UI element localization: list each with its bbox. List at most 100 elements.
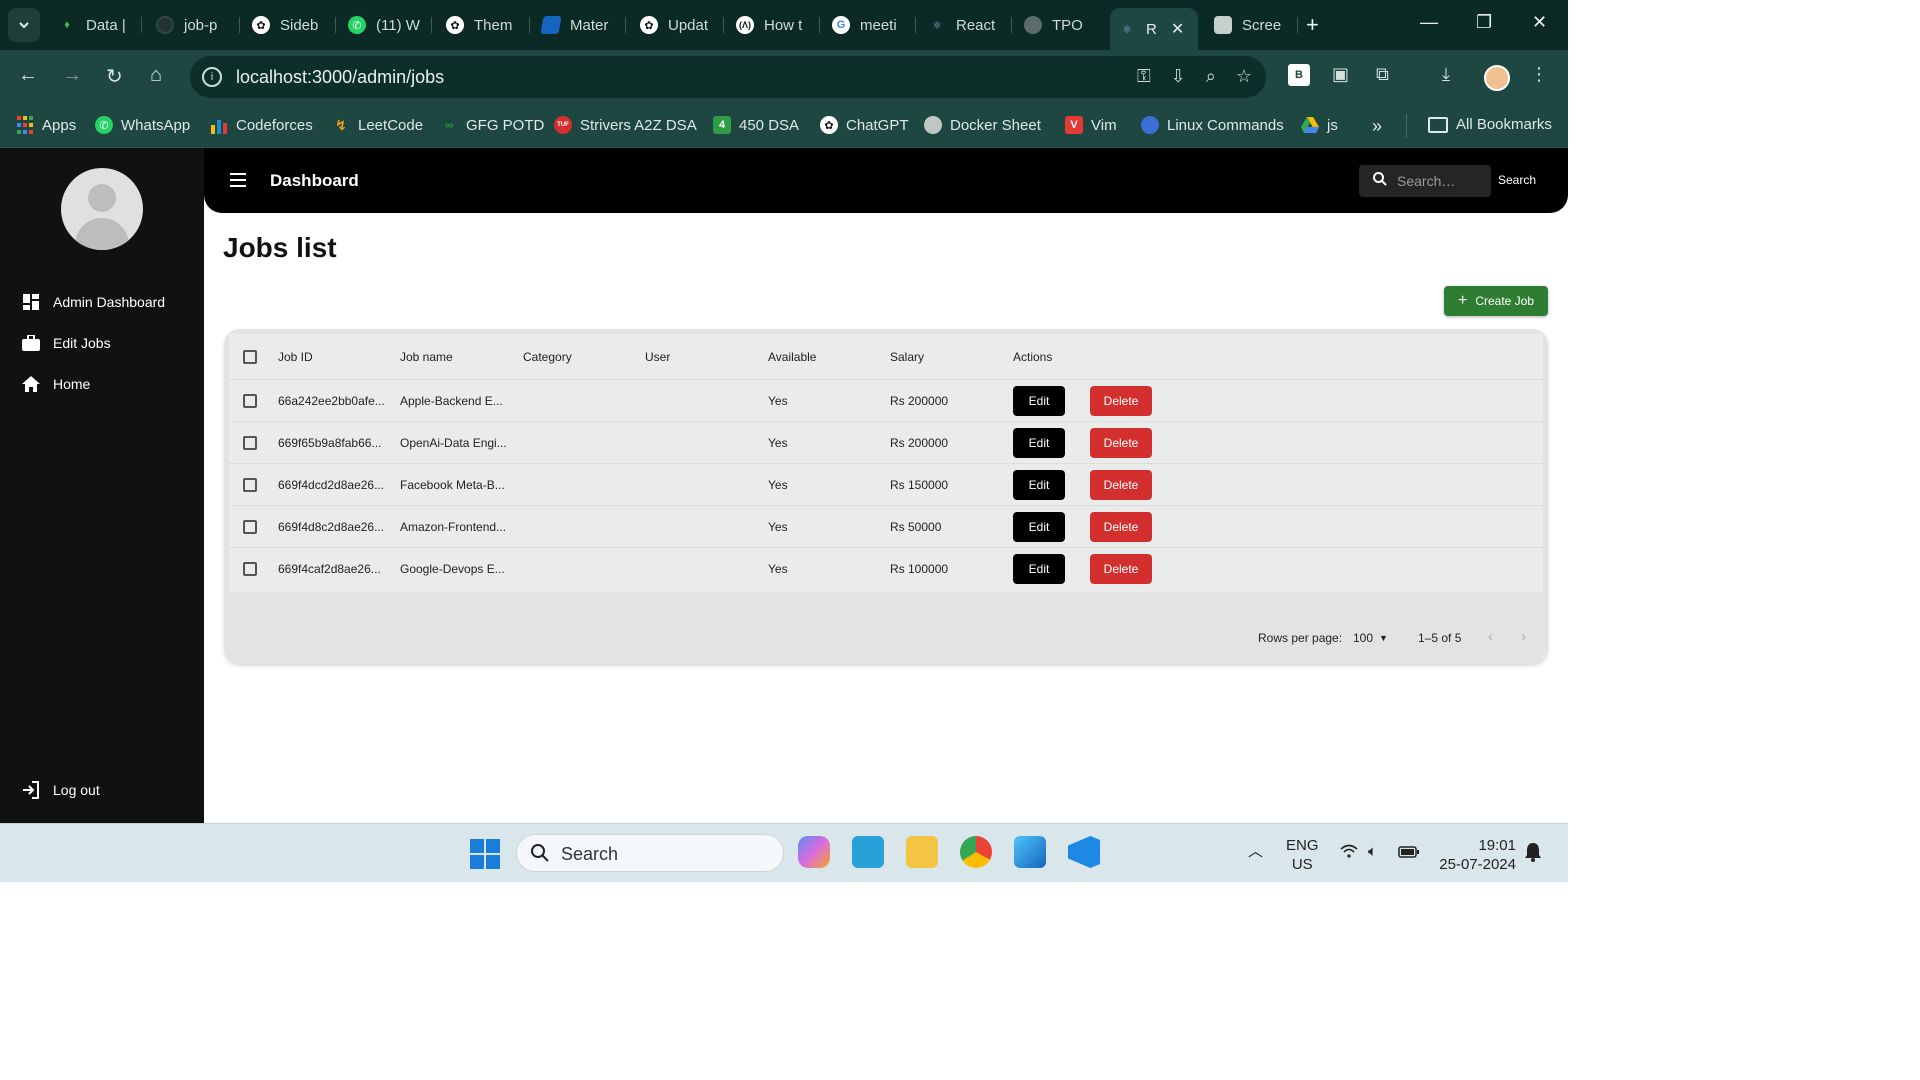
delete-button[interactable]: Delete <box>1090 511 1152 542</box>
bookmark-apps[interactable]: Apps <box>16 116 76 134</box>
edit-button[interactable]: Edit <box>1013 511 1065 542</box>
rows-per-page-select[interactable]: 100 ▼ <box>1353 631 1388 645</box>
url-text[interactable]: localhost:3000/admin/jobs <box>236 67 444 88</box>
bookmark-vim[interactable]: V Vim <box>1065 116 1117 134</box>
download-icon[interactable]: ⤓ <box>1442 64 1450 85</box>
copilot-icon[interactable] <box>798 836 830 868</box>
install-app-icon[interactable]: ⇩ <box>1171 66 1186 87</box>
edit-button[interactable]: Edit <box>1013 385 1065 416</box>
extensions-puzzle-icon[interactable]: ⧉ <box>1376 64 1389 85</box>
delete-button[interactable]: Delete <box>1090 469 1152 500</box>
bookmark-js[interactable]: js <box>1301 116 1338 134</box>
minimize-icon[interactable]: — <box>1420 12 1438 33</box>
all-bookmarks[interactable]: All Bookmarks <box>1428 116 1552 133</box>
next-page-icon[interactable]: › <box>1521 628 1526 645</box>
search-button[interactable]: Search <box>1498 173 1536 187</box>
chrome-icon[interactable] <box>960 836 992 868</box>
column-header-salary[interactable]: Salary <box>890 334 924 379</box>
sidebar-item-edit-jobs[interactable]: Edit Jobs <box>22 334 111 352</box>
tray-chevron-up-icon[interactable]: ︿ <box>1248 842 1263 861</box>
row-checkbox[interactable] <box>243 464 257 505</box>
profile-avatar[interactable] <box>1484 65 1510 91</box>
browser-tab[interactable]: ✿ Sideb <box>244 8 336 42</box>
browser-tab[interactable]: (Λ) How t <box>728 8 820 42</box>
browser-tab[interactable]: G meeti <box>824 8 916 42</box>
column-header-category[interactable]: Category <box>523 334 572 379</box>
tab-search-menu-button[interactable] <box>8 8 40 42</box>
row-checkbox[interactable] <box>243 380 257 421</box>
file-explorer-icon[interactable] <box>906 836 938 868</box>
site-info-icon[interactable]: i <box>202 67 222 87</box>
zoom-icon[interactable]: ⌕ <box>1206 66 1216 87</box>
windows-start-icon[interactable] <box>470 839 500 869</box>
bookmark-450dsa[interactable]: 4 450 DSA <box>713 116 799 134</box>
clock[interactable]: 19:01 25-07-2024 <box>1436 836 1516 874</box>
row-checkbox[interactable] <box>243 422 257 463</box>
bookmark-leetcode[interactable]: ↯ LeetCode <box>332 116 423 134</box>
search-input[interactable] <box>1397 171 1485 191</box>
taskbar-search[interactable]: Search <box>516 834 784 872</box>
bookmark-whatsapp[interactable]: ✆ WhatsApp <box>95 116 190 134</box>
logout-button[interactable]: Log out <box>22 781 100 799</box>
password-key-icon[interactable]: ⚿ <box>1137 66 1151 87</box>
address-bar[interactable]: i localhost:3000/admin/jobs ⚿ ⇩ ⌕ ☆ <box>190 56 1266 98</box>
browser-tab[interactable]: TPO <box>1016 8 1108 42</box>
sidepanel-icon[interactable]: ▣ <box>1332 64 1349 85</box>
close-window-icon[interactable]: ✕ <box>1532 12 1547 33</box>
extension-b-icon[interactable]: B <box>1288 64 1310 86</box>
sidebar-item-home[interactable]: Home <box>22 375 90 393</box>
previous-page-icon[interactable]: ‹ <box>1488 628 1493 645</box>
edit-button[interactable]: Edit <box>1013 554 1065 584</box>
bookmark-strivers[interactable]: TUF Strivers A2Z DSA <box>554 116 697 134</box>
column-header-job-id[interactable]: Job ID <box>278 334 313 379</box>
search-box[interactable] <box>1359 165 1491 197</box>
table-row[interactable]: 66a242ee2bb0afe... Apple-Backend E... Ye… <box>229 380 1543 422</box>
photos-icon[interactable] <box>1014 836 1046 868</box>
menu-icon[interactable] <box>230 173 246 187</box>
row-checkbox[interactable] <box>243 548 257 590</box>
close-tab-icon[interactable]: ✕ <box>1171 19 1184 39</box>
bookmark-gfg[interactable]: ∞ GFG POTD <box>440 116 545 134</box>
browser-tab[interactable]: ✆ (11) W <box>340 8 432 42</box>
row-checkbox[interactable] <box>243 506 257 547</box>
browser-tab[interactable]: ✿ Updat <box>632 8 724 42</box>
column-header-job-name[interactable]: Job name <box>400 334 453 379</box>
bookmark-linux[interactable]: Linux Commands <box>1141 116 1284 134</box>
reload-icon[interactable]: ↻ <box>106 64 123 89</box>
desktop-icon[interactable] <box>852 836 884 868</box>
back-icon[interactable]: ← <box>18 64 38 87</box>
table-row[interactable]: 669f4dcd2d8ae26... Facebook Meta-B... Ye… <box>229 464 1543 506</box>
delete-button[interactable]: Delete <box>1090 385 1152 416</box>
new-tab-button[interactable]: + <box>1306 12 1319 38</box>
create-job-button[interactable]: + Create Job <box>1444 286 1548 316</box>
column-header-available[interactable]: Available <box>768 334 816 379</box>
notification-bell-icon[interactable] <box>1524 842 1542 867</box>
delete-button[interactable]: Delete <box>1090 427 1152 458</box>
edit-button[interactable]: Edit <box>1013 427 1065 458</box>
sidebar-item-admin-dashboard[interactable]: Admin Dashboard <box>22 293 165 311</box>
table-row[interactable]: 669f4caf2d8ae26... Google-Devops E... Ye… <box>229 548 1543 590</box>
delete-button[interactable]: Delete <box>1090 554 1152 584</box>
browser-tab[interactable]: Mater <box>534 8 626 42</box>
restore-icon[interactable]: ❐ <box>1476 12 1492 33</box>
bookmark-star-icon[interactable]: ☆ <box>1236 66 1252 87</box>
bookmark-codeforces[interactable]: Codeforces <box>210 116 313 134</box>
browser-tab[interactable]: ✿ Them <box>438 8 530 42</box>
bookmark-chatgpt[interactable]: ✿ ChatGPT <box>820 116 909 134</box>
browser-tab-active[interactable]: ⚛ R ✕ <box>1110 8 1198 50</box>
browser-tab[interactable]: ♦ Data | <box>50 8 142 42</box>
more-bookmarks-chevron-icon[interactable]: » <box>1372 116 1382 137</box>
browser-tab[interactable]: Scree <box>1206 8 1298 42</box>
browser-tab[interactable]: job-p <box>148 8 240 42</box>
table-row[interactable]: 669f65b9a8fab66... OpenAi-Data Engi... Y… <box>229 422 1543 464</box>
home-icon[interactable]: ⌂ <box>150 64 162 87</box>
select-all-checkbox[interactable] <box>243 334 257 379</box>
bookmark-docker[interactable]: Docker Sheet <box>924 116 1041 134</box>
column-header-user[interactable]: User <box>645 334 670 379</box>
forward-icon[interactable]: → <box>62 64 82 87</box>
browser-tab[interactable]: ⚛ React <box>920 8 1012 42</box>
browser-menu-icon[interactable]: ⋮ <box>1530 64 1548 85</box>
battery-icon[interactable] <box>1398 844 1420 863</box>
wifi-icon[interactable] <box>1340 844 1358 863</box>
table-row[interactable]: 669f4d8c2d8ae26... Amazon-Frontend... Ye… <box>229 506 1543 548</box>
